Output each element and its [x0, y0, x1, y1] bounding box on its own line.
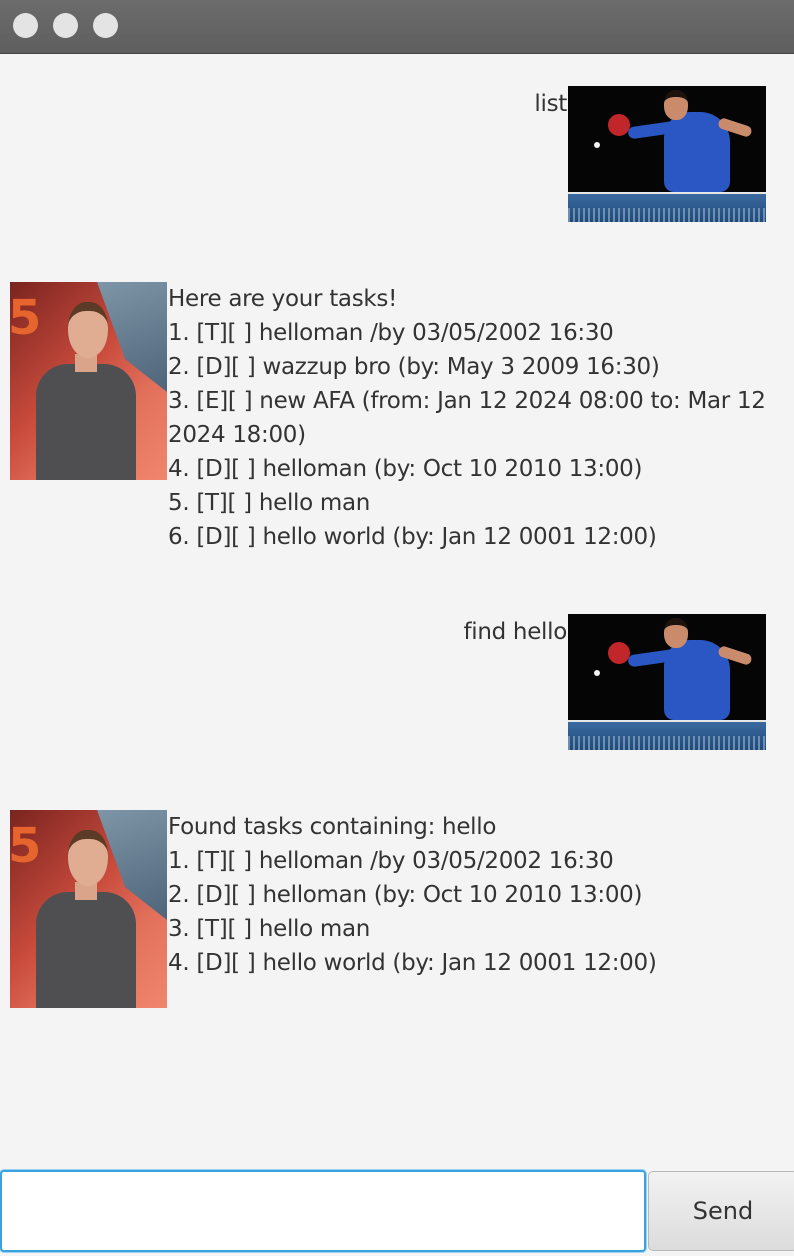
maximize-window-button[interactable] [93, 13, 118, 38]
user-dialog: find hello [0, 614, 794, 750]
input-bar: Send [0, 1166, 794, 1256]
user-message-text: list [534, 91, 567, 117]
bot-dialog: 5 Found tasks containing: hello 1. [T][ … [0, 810, 794, 1010]
bot-message-text: Found tasks containing: hello 1. [T][ ] … [168, 814, 657, 976]
user-input-field[interactable] [0, 1170, 646, 1252]
bot-message-text: Here are your tasks! 1. [T][ ] helloman … [168, 286, 766, 550]
ping-pong-player-avatar [568, 614, 766, 750]
title-bar [0, 0, 794, 54]
user-message-text: find hello [463, 619, 567, 645]
ping-pong-player-avatar [568, 86, 766, 222]
close-window-button[interactable] [13, 13, 38, 38]
user-dialog: list [0, 86, 794, 222]
send-button[interactable]: Send [648, 1171, 794, 1251]
bot-person-avatar: 5 [10, 810, 167, 1008]
app-window: list 5 Here are your tasks! 1. [T][ ] he… [0, 0, 794, 1256]
bot-dialog: 5 Here are your tasks! 1. [T][ ] helloma… [0, 282, 794, 554]
bot-person-avatar: 5 [10, 282, 167, 480]
minimize-window-button[interactable] [53, 13, 78, 38]
